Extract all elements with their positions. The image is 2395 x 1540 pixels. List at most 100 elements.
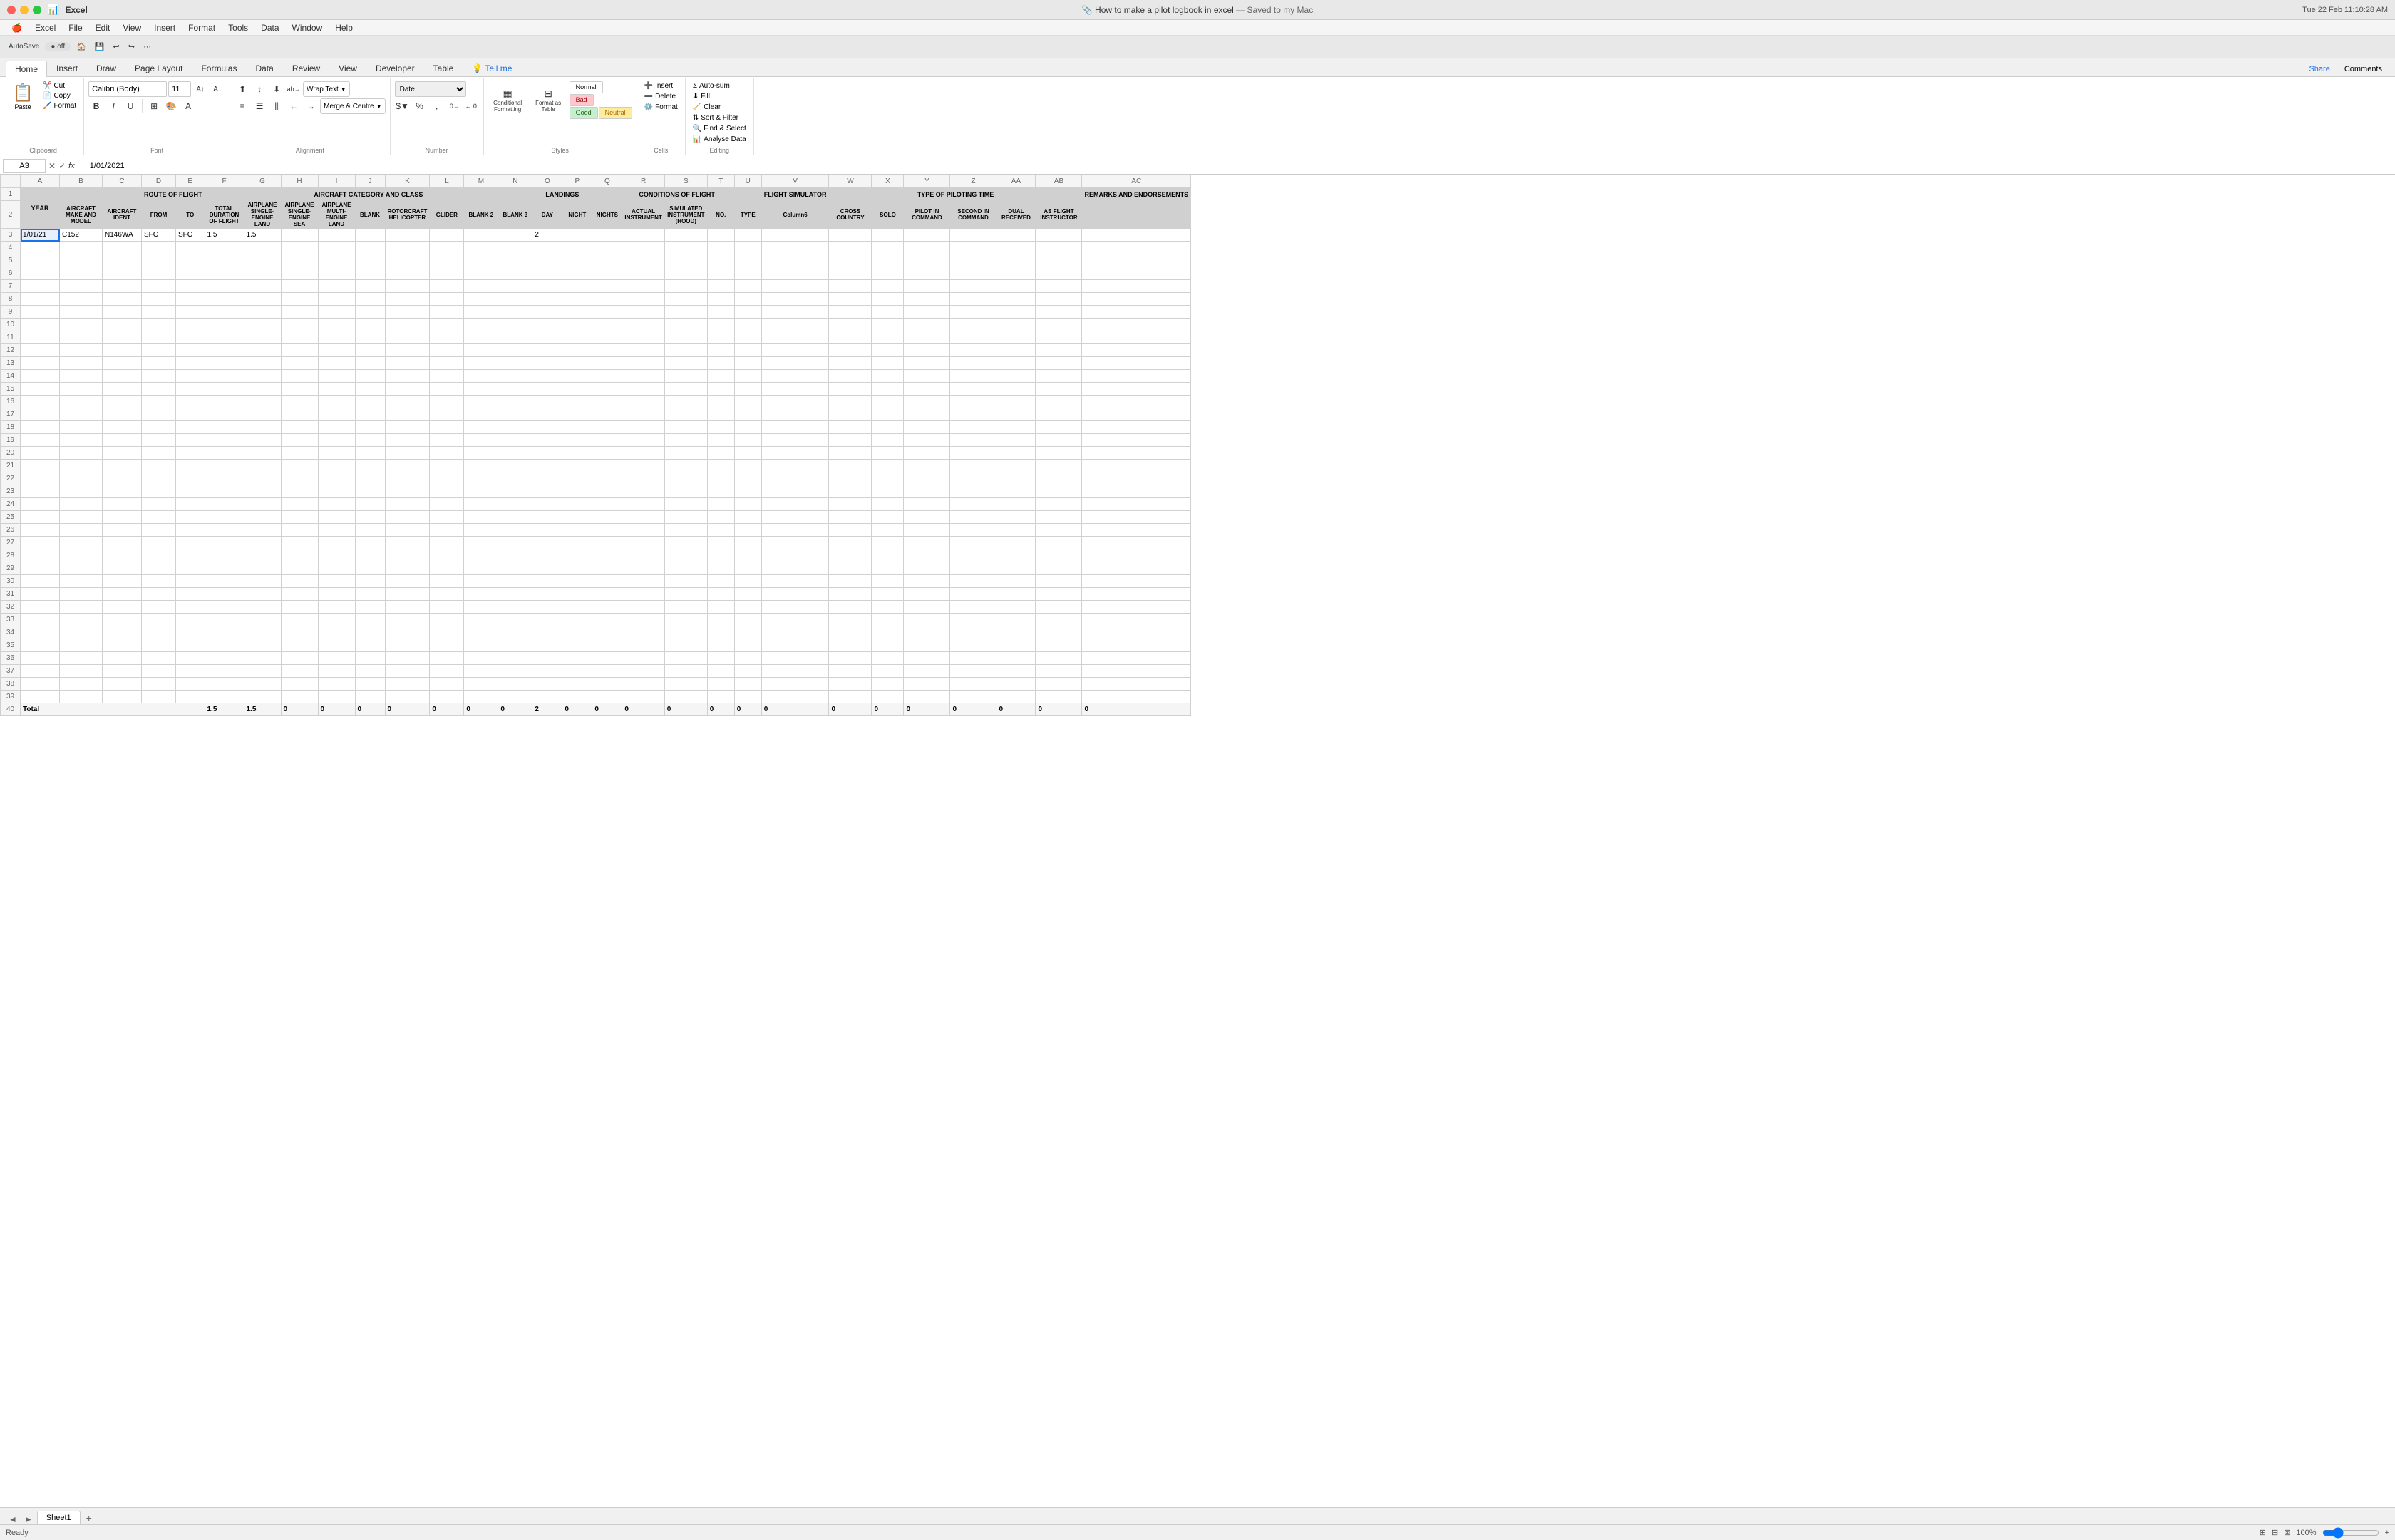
cell-Q40[interactable]: 0 bbox=[592, 703, 622, 716]
delete-cells-button[interactable]: ➖ Delete bbox=[642, 92, 679, 101]
cell-D1[interactable]: ROUTE OF FLIGHT bbox=[142, 188, 205, 201]
cell-J2[interactable]: BLANK bbox=[355, 201, 385, 229]
zoom-in-btn[interactable]: + bbox=[2385, 1529, 2389, 1537]
increase-decimal-btn[interactable]: .0→ bbox=[446, 98, 462, 114]
col-header-S[interactable]: S bbox=[664, 175, 707, 188]
cell-A3[interactable]: 1/01/21 bbox=[21, 229, 60, 242]
cell-I40[interactable]: 0 bbox=[318, 703, 355, 716]
sheet-scroll[interactable]: A B C D E F G H I J K L M N O P Q bbox=[0, 175, 2395, 1507]
cell-N2[interactable]: BLANK 3 bbox=[498, 201, 532, 229]
page-layout-btn[interactable]: ⊟ bbox=[2272, 1528, 2278, 1537]
tab-review[interactable]: Review bbox=[283, 60, 329, 76]
col-header-O[interactable]: O bbox=[532, 175, 562, 188]
cell-L2[interactable]: GLIDER bbox=[430, 201, 464, 229]
cell-I3[interactable] bbox=[318, 229, 355, 242]
cell-Y40[interactable]: 0 bbox=[904, 703, 950, 716]
col-header-AA[interactable]: AA bbox=[996, 175, 1036, 188]
style-good[interactable]: Good bbox=[570, 107, 598, 119]
menu-data[interactable]: Data bbox=[255, 21, 284, 34]
cell-H3[interactable] bbox=[281, 229, 318, 242]
analyse-data-button[interactable]: 📊 Analyse Data bbox=[690, 135, 749, 144]
cell-W40[interactable]: 0 bbox=[829, 703, 872, 716]
col-header-N[interactable]: N bbox=[498, 175, 532, 188]
cell-V40[interactable]: 0 bbox=[761, 703, 829, 716]
col-header-H[interactable]: H bbox=[281, 175, 318, 188]
sheet-tab-sheet1[interactable]: Sheet1 bbox=[37, 1511, 81, 1524]
col-header-Y[interactable]: Y bbox=[904, 175, 950, 188]
cell-A40[interactable]: Total bbox=[21, 703, 205, 716]
col-header-Q[interactable]: Q bbox=[592, 175, 622, 188]
cell-T2[interactable]: NO. bbox=[707, 201, 734, 229]
cell-S3[interactable] bbox=[664, 229, 707, 242]
cell-G40[interactable]: 1.5 bbox=[244, 703, 281, 716]
col-header-K[interactable]: K bbox=[385, 175, 430, 188]
align-top-btn[interactable]: ⬆ bbox=[235, 81, 250, 97]
col-header-AB[interactable]: AB bbox=[1036, 175, 1082, 188]
minimize-button[interactable] bbox=[20, 6, 29, 14]
menu-view[interactable]: View bbox=[117, 21, 147, 34]
increase-indent-btn[interactable]: → bbox=[303, 98, 319, 114]
cell-B2[interactable]: AIRCRAFT MAKE AND MODEL bbox=[60, 201, 103, 229]
cell-S2[interactable]: SIMULATED INSTRUMENT (HOOD) bbox=[664, 201, 707, 229]
paste-button[interactable]: 📋 Paste bbox=[7, 81, 38, 112]
align-right-btn[interactable]: ⫼ bbox=[269, 98, 284, 114]
cell-U2[interactable]: TYPE bbox=[734, 201, 761, 229]
decrease-indent-btn[interactable]: ← bbox=[286, 98, 302, 114]
cell-AC40[interactable]: 0 bbox=[1082, 703, 1191, 716]
cell-H2[interactable]: AIRPLANE SINGLE-ENGINE SEA bbox=[281, 201, 318, 229]
tab-developer[interactable]: Developer bbox=[366, 60, 424, 76]
cell-X2[interactable]: SOLO bbox=[872, 201, 904, 229]
cell-U3[interactable] bbox=[734, 229, 761, 242]
menu-help[interactable]: Help bbox=[329, 21, 359, 34]
cell-A1[interactable]: YEAR bbox=[21, 188, 60, 229]
cell-AC3[interactable] bbox=[1082, 229, 1191, 242]
cell-V3[interactable] bbox=[761, 229, 829, 242]
cell-R3[interactable] bbox=[622, 229, 664, 242]
cell-W3[interactable] bbox=[829, 229, 872, 242]
col-header-E[interactable]: E bbox=[175, 175, 205, 188]
cell-R40[interactable]: 0 bbox=[622, 703, 664, 716]
cell-I2[interactable]: AIRPLANE MULTI-ENGINE LAND bbox=[318, 201, 355, 229]
cell-AB3[interactable] bbox=[1036, 229, 1082, 242]
cell-C3[interactable]: N146WA bbox=[103, 229, 142, 242]
fill-color-button[interactable]: 🎨 bbox=[163, 98, 179, 114]
cut-button[interactable]: ✂️ Cut bbox=[40, 81, 79, 91]
home-btn[interactable]: 🏠 bbox=[73, 41, 89, 53]
page-break-btn[interactable]: ⊠ bbox=[2284, 1528, 2290, 1537]
cell-R2[interactable]: ACTUAL INSTRUMENT bbox=[622, 201, 664, 229]
cell-M40[interactable]: 0 bbox=[464, 703, 498, 716]
cell-K2[interactable]: ROTORCRAFT HELICOPTER bbox=[385, 201, 430, 229]
nav-prev[interactable]: ◄ bbox=[6, 1514, 20, 1524]
cell-Y3[interactable] bbox=[904, 229, 950, 242]
tab-table[interactable]: Table bbox=[424, 60, 463, 76]
conditional-formatting-button[interactable]: ▦ Conditional Formatting bbox=[488, 86, 527, 115]
comma-btn[interactable]: , bbox=[429, 98, 445, 114]
row-num-3[interactable]: 3 bbox=[1, 229, 21, 242]
cell-L3[interactable] bbox=[430, 229, 464, 242]
cell-AB40[interactable]: 0 bbox=[1036, 703, 1082, 716]
merge-center-button[interactable]: Merge & Centre ▼ bbox=[320, 98, 386, 114]
currency-btn[interactable]: $▼ bbox=[395, 98, 411, 114]
add-sheet-button[interactable]: + bbox=[82, 1511, 96, 1524]
align-middle-btn[interactable]: ↕ bbox=[252, 81, 267, 97]
comments-btn[interactable]: Comments bbox=[2337, 62, 2389, 76]
cell-T3[interactable] bbox=[707, 229, 734, 242]
cell-F1[interactable]: AIRCRAFT CATEGORY AND CLASS bbox=[205, 188, 532, 201]
col-header-AC[interactable]: AC bbox=[1082, 175, 1191, 188]
indent-btn[interactable]: ab→ bbox=[286, 81, 302, 97]
cell-S40[interactable]: 0 bbox=[664, 703, 707, 716]
col-header-A[interactable]: A bbox=[21, 175, 60, 188]
cell-C2[interactable]: AIRCRAFT IDENT bbox=[103, 201, 142, 229]
menu-file[interactable]: File bbox=[63, 21, 88, 34]
tab-insert[interactable]: Insert bbox=[47, 60, 87, 76]
underline-button[interactable]: U bbox=[123, 98, 138, 114]
decrease-font-btn[interactable]: A↓ bbox=[210, 81, 225, 97]
menu-window[interactable]: Window bbox=[287, 21, 329, 34]
cell-Q2[interactable]: NIGHTS bbox=[592, 201, 622, 229]
cell-H40[interactable]: 0 bbox=[281, 703, 318, 716]
cell-K3[interactable] bbox=[385, 229, 430, 242]
tab-draw[interactable]: Draw bbox=[87, 60, 125, 76]
tab-home[interactable]: Home bbox=[6, 61, 47, 77]
decrease-decimal-btn[interactable]: ←.0 bbox=[463, 98, 479, 114]
align-center-btn[interactable]: ☰ bbox=[252, 98, 267, 114]
